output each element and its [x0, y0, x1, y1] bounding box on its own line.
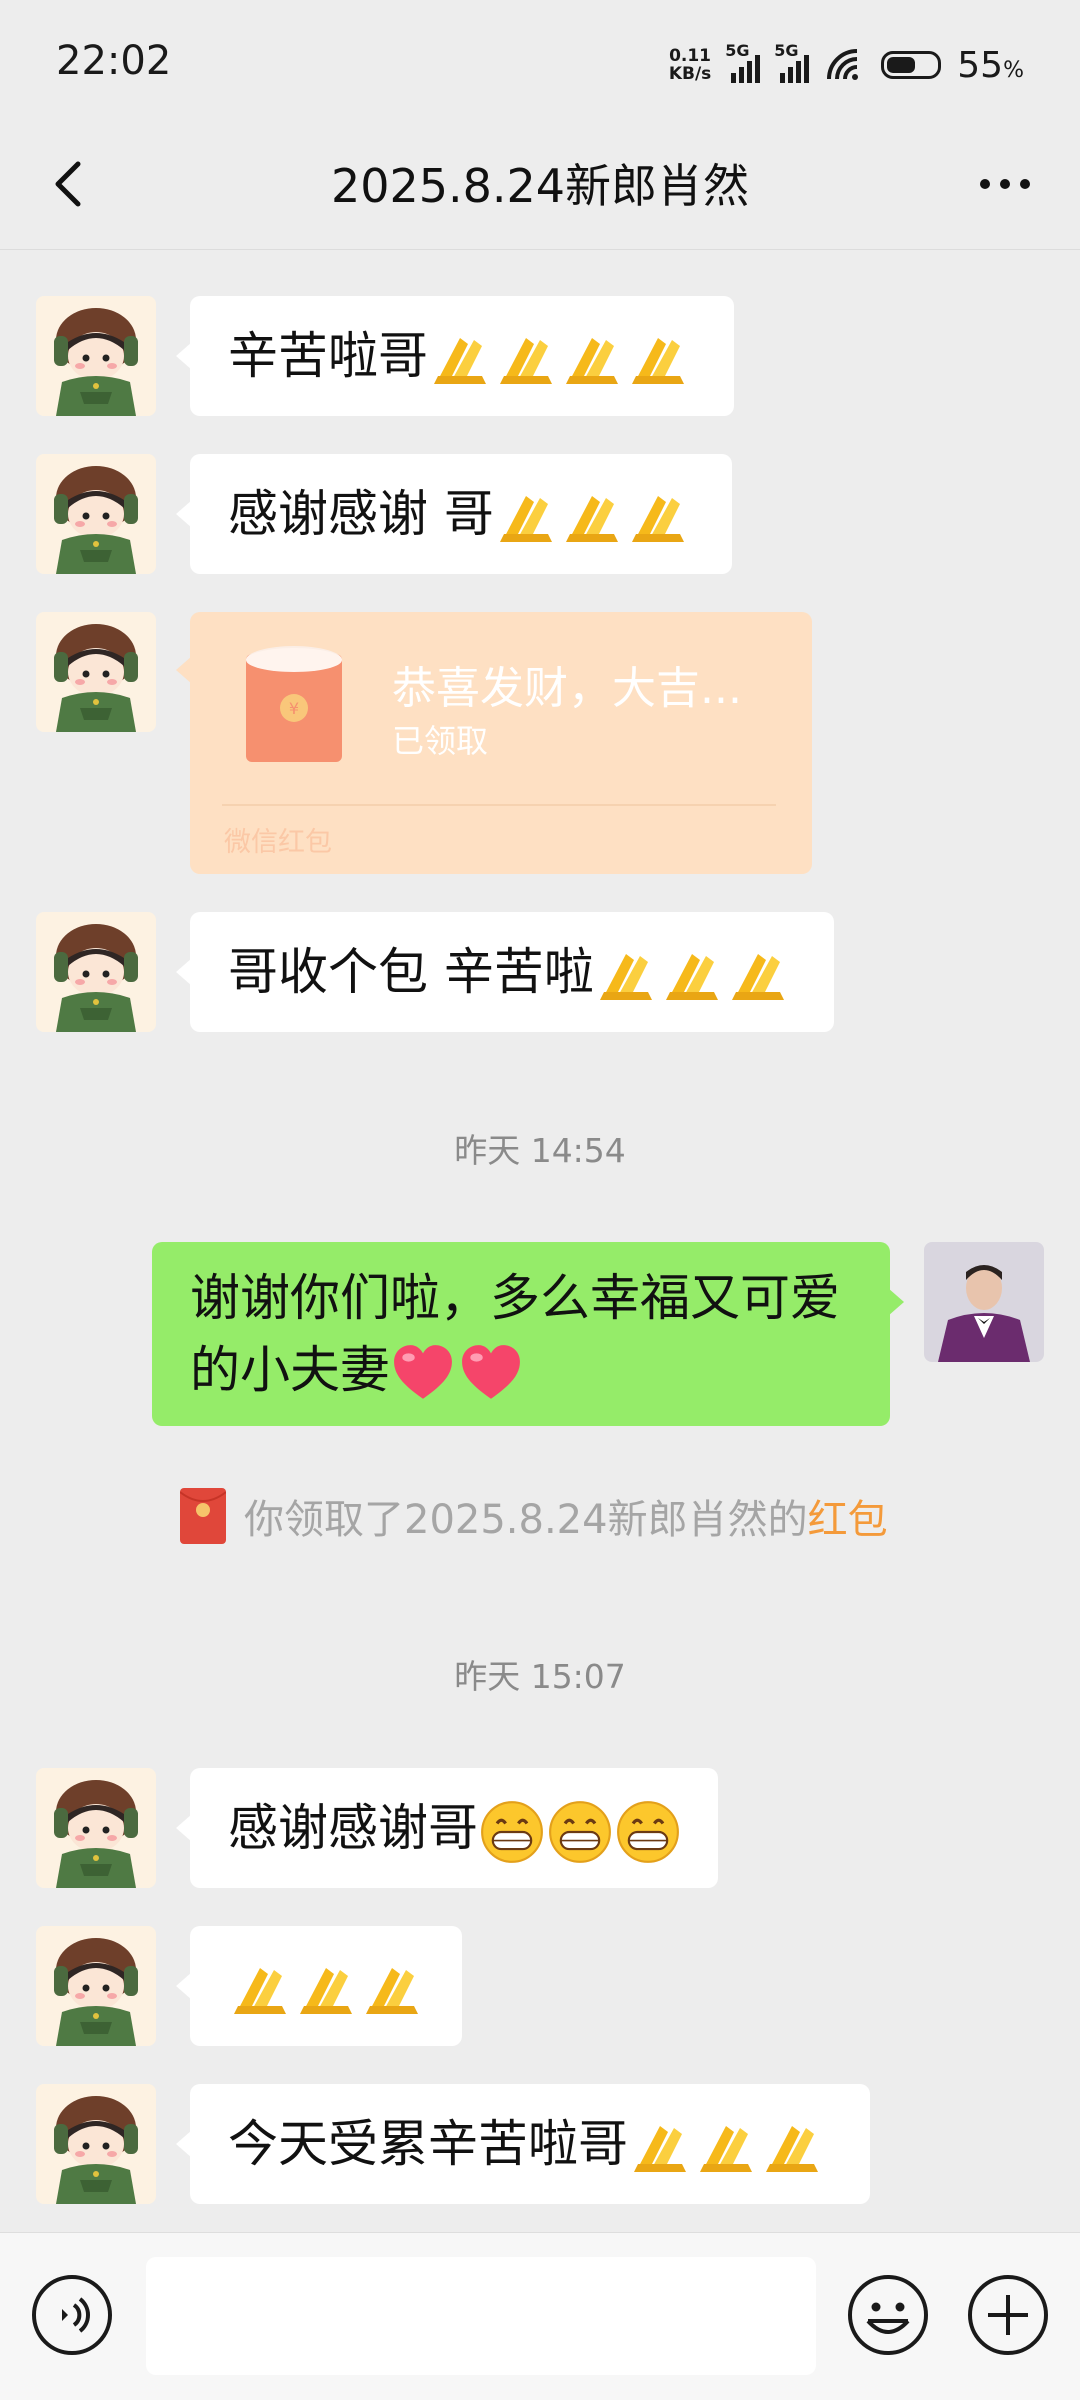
folded-hands-emoji	[234, 1967, 418, 2014]
plus-icon[interactable]	[966, 2273, 1050, 2357]
folded-hands-emoji	[499, 495, 684, 542]
contact-avatar[interactable]	[36, 454, 156, 574]
message-bubble[interactable]: 感谢感谢 哥	[176, 454, 732, 574]
voice-icon[interactable]	[30, 2273, 114, 2357]
red-packet-card[interactable]: ¥ 恭喜发财，大吉... 已领取 微信红包	[176, 612, 812, 874]
timestamp: 昨天 14:54	[454, 1131, 626, 1170]
message-text: 哥收个包 辛苦啦	[228, 943, 594, 1001]
network-speed-unit: KB/s	[668, 64, 712, 84]
message-bubble[interactable]: 今天受累辛苦啦哥	[176, 2084, 870, 2204]
message-bubble[interactable]: 辛苦啦哥	[176, 296, 734, 416]
my-avatar[interactable]	[924, 1242, 1044, 1362]
folded-hands-emoji	[599, 953, 784, 1000]
message-text: 感谢感谢哥	[228, 1799, 478, 1857]
svg-text:¥: ¥	[289, 699, 299, 718]
message-text: 辛苦啦哥	[228, 327, 428, 385]
signal-icon-1: 5G	[725, 41, 761, 83]
message-text: 今天受累辛苦啦哥	[228, 2115, 628, 2173]
contact-avatar[interactable]	[36, 296, 156, 416]
heart-emoji	[394, 1344, 520, 1399]
contact-avatar[interactable]	[36, 2084, 156, 2204]
message-bubble[interactable]: 哥收个包 辛苦啦	[176, 912, 834, 1032]
network-speed-value: 0.11	[669, 46, 712, 66]
signal-icon-2: 5G	[774, 41, 810, 83]
contact-avatar[interactable]	[36, 912, 156, 1032]
signal-2-label: 5G	[774, 41, 799, 60]
chat-title: 2025.8.24新郎肖然	[330, 159, 750, 213]
red-envelope-icon: ¥	[246, 646, 342, 762]
status-indicators: 0.11 KB/s 5G 5G 55%	[669, 40, 1024, 90]
system-notice: 你领取了2025.8.24新郎肖然的 红包	[180, 1488, 888, 1544]
message-bubble[interactable]	[176, 1926, 462, 2046]
system-notice-text: 你领取了2025.8.24新郎肖然的	[244, 1497, 808, 1543]
input-bar	[0, 2232, 1080, 2400]
message-bubble[interactable]: 感谢感谢哥	[176, 1768, 718, 1888]
contact-avatar[interactable]	[36, 612, 156, 732]
red-packet-link[interactable]: 红包	[808, 1487, 888, 1545]
my-message-bubble[interactable]: 谢谢你们啦，多么幸福又可爱的小夫妻	[152, 1242, 904, 1426]
status-bar: 22:02 0.11 KB/s 5G 5G 55%	[0, 0, 1080, 124]
timestamp: 昨天 15:07	[454, 1657, 626, 1696]
red-packet-status: 已领取	[392, 722, 489, 760]
contact-avatar[interactable]	[36, 1768, 156, 1888]
red-packet-title: 恭喜发财，大吉...	[392, 663, 742, 714]
red-packet-label: 微信红包	[224, 827, 332, 858]
battery-icon	[881, 51, 942, 79]
folded-hands-emoji	[434, 337, 684, 384]
chat-header: 2025.8.24新郎肖然	[0, 124, 1080, 250]
message-input[interactable]	[146, 2257, 816, 2375]
more-dots-icon[interactable]	[970, 154, 1040, 214]
grinning-face-emoji	[480, 1800, 680, 1863]
network-speed: 0.11 KB/s	[669, 47, 711, 83]
back-chevron-icon[interactable]	[40, 154, 100, 214]
folded-hands-emoji	[634, 2125, 818, 2172]
message-text: 感谢感谢 哥	[228, 485, 494, 543]
battery-percent: 55%	[957, 44, 1024, 86]
wifi-icon	[827, 49, 859, 80]
emoji-icon[interactable]	[846, 2273, 930, 2357]
contact-avatar[interactable]	[36, 1926, 156, 2046]
signal-1-label: 5G	[725, 41, 750, 60]
red-envelope-icon	[180, 1488, 226, 1544]
divider	[222, 804, 776, 806]
status-time: 22:02	[56, 38, 172, 84]
